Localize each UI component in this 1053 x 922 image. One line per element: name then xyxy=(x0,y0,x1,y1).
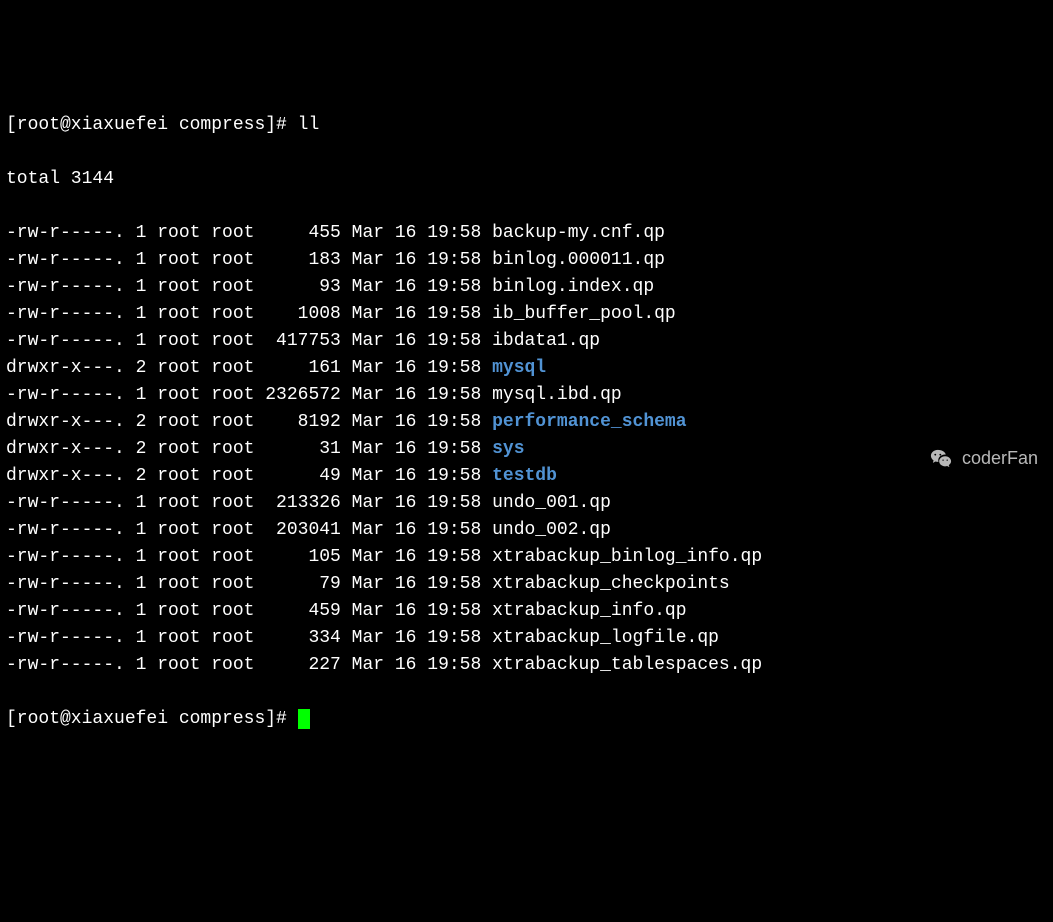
file-attributes: -rw-r-----. 1 root root 93 Mar 16 19:58 xyxy=(6,277,492,297)
file-name: xtrabackup_info.qp xyxy=(492,601,686,621)
file-name: xtrabackup_binlog_info.qp xyxy=(492,547,762,567)
file-name: ibdata1.qp xyxy=(492,331,600,351)
command-prompt-line-1: [root@xiaxuefei compress]# ll xyxy=(6,112,1047,139)
directory-name: mysql xyxy=(492,358,546,378)
file-name: ib_buffer_pool.qp xyxy=(492,304,676,324)
file-row: drwxr-x---. 2 root root 161 Mar 16 19:58… xyxy=(6,355,1047,382)
file-attributes: -rw-r-----. 1 root root 459 Mar 16 19:58 xyxy=(6,601,492,621)
file-row: -rw-r-----. 1 root root 227 Mar 16 19:58… xyxy=(6,652,1047,679)
file-row: -rw-r-----. 1 root root 417753 Mar 16 19… xyxy=(6,328,1047,355)
file-attributes: -rw-r-----. 1 root root 417753 Mar 16 19… xyxy=(6,331,492,351)
file-attributes: -rw-r-----. 1 root root 105 Mar 16 19:58 xyxy=(6,547,492,567)
file-name: xtrabackup_checkpoints xyxy=(492,574,730,594)
cursor-icon xyxy=(298,709,310,729)
file-attributes: -rw-r-----. 1 root root 203041 Mar 16 19… xyxy=(6,520,492,540)
directory-name: sys xyxy=(492,439,524,459)
file-name: xtrabackup_logfile.qp xyxy=(492,628,719,648)
file-row: -rw-r-----. 1 root root 93 Mar 16 19:58 … xyxy=(6,274,1047,301)
file-attributes: -rw-r-----. 1 root root 213326 Mar 16 19… xyxy=(6,493,492,513)
watermark: coderFan xyxy=(928,445,1038,472)
file-row: -rw-r-----. 1 root root 203041 Mar 16 19… xyxy=(6,517,1047,544)
file-attributes: drwxr-x---. 2 root root 49 Mar 16 19:58 xyxy=(6,466,492,486)
file-attributes: -rw-r-----. 1 root root 2326572 Mar 16 1… xyxy=(6,385,492,405)
file-listing: -rw-r-----. 1 root root 455 Mar 16 19:58… xyxy=(6,220,1047,679)
file-row: -rw-r-----. 1 root root 79 Mar 16 19:58 … xyxy=(6,571,1047,598)
file-name: xtrabackup_tablespaces.qp xyxy=(492,655,762,675)
file-row: -rw-r-----. 1 root root 334 Mar 16 19:58… xyxy=(6,625,1047,652)
file-row: -rw-r-----. 1 root root 455 Mar 16 19:58… xyxy=(6,220,1047,247)
file-attributes: drwxr-x---. 2 root root 8192 Mar 16 19:5… xyxy=(6,412,492,432)
total-line: total 3144 xyxy=(6,166,1047,193)
file-attributes: drwxr-x---. 2 root root 161 Mar 16 19:58 xyxy=(6,358,492,378)
file-name: undo_002.qp xyxy=(492,520,611,540)
file-row: -rw-r-----. 1 root root 183 Mar 16 19:58… xyxy=(6,247,1047,274)
file-row: drwxr-x---. 2 root root 49 Mar 16 19:58 … xyxy=(6,463,1047,490)
file-attributes: drwxr-x---. 2 root root 31 Mar 16 19:58 xyxy=(6,439,492,459)
file-attributes: -rw-r-----. 1 root root 455 Mar 16 19:58 xyxy=(6,223,492,243)
file-name: undo_001.qp xyxy=(492,493,611,513)
command-prompt-line-2[interactable]: [root@xiaxuefei compress]# xyxy=(6,706,1047,733)
file-attributes: -rw-r-----. 1 root root 183 Mar 16 19:58 xyxy=(6,250,492,270)
file-name: mysql.ibd.qp xyxy=(492,385,622,405)
directory-name: performance_schema xyxy=(492,412,686,432)
prompt-text: [root@xiaxuefei compress]# xyxy=(6,709,298,729)
wechat-icon xyxy=(928,448,954,470)
file-row: -rw-r-----. 1 root root 459 Mar 16 19:58… xyxy=(6,598,1047,625)
file-row: -rw-r-----. 1 root root 2326572 Mar 16 1… xyxy=(6,382,1047,409)
file-attributes: -rw-r-----. 1 root root 1008 Mar 16 19:5… xyxy=(6,304,492,324)
directory-name: testdb xyxy=(492,466,557,486)
file-name: binlog.000011.qp xyxy=(492,250,665,270)
file-attributes: -rw-r-----. 1 root root 79 Mar 16 19:58 xyxy=(6,574,492,594)
file-row: -rw-r-----. 1 root root 105 Mar 16 19:58… xyxy=(6,544,1047,571)
file-row: -rw-r-----. 1 root root 213326 Mar 16 19… xyxy=(6,490,1047,517)
file-row: -rw-r-----. 1 root root 1008 Mar 16 19:5… xyxy=(6,301,1047,328)
file-name: backup-my.cnf.qp xyxy=(492,223,665,243)
file-attributes: -rw-r-----. 1 root root 227 Mar 16 19:58 xyxy=(6,655,492,675)
watermark-text: coderFan xyxy=(962,445,1038,472)
file-attributes: -rw-r-----. 1 root root 334 Mar 16 19:58 xyxy=(6,628,492,648)
file-name: binlog.index.qp xyxy=(492,277,654,297)
file-row: drwxr-x---. 2 root root 8192 Mar 16 19:5… xyxy=(6,409,1047,436)
file-row: drwxr-x---. 2 root root 31 Mar 16 19:58 … xyxy=(6,436,1047,463)
